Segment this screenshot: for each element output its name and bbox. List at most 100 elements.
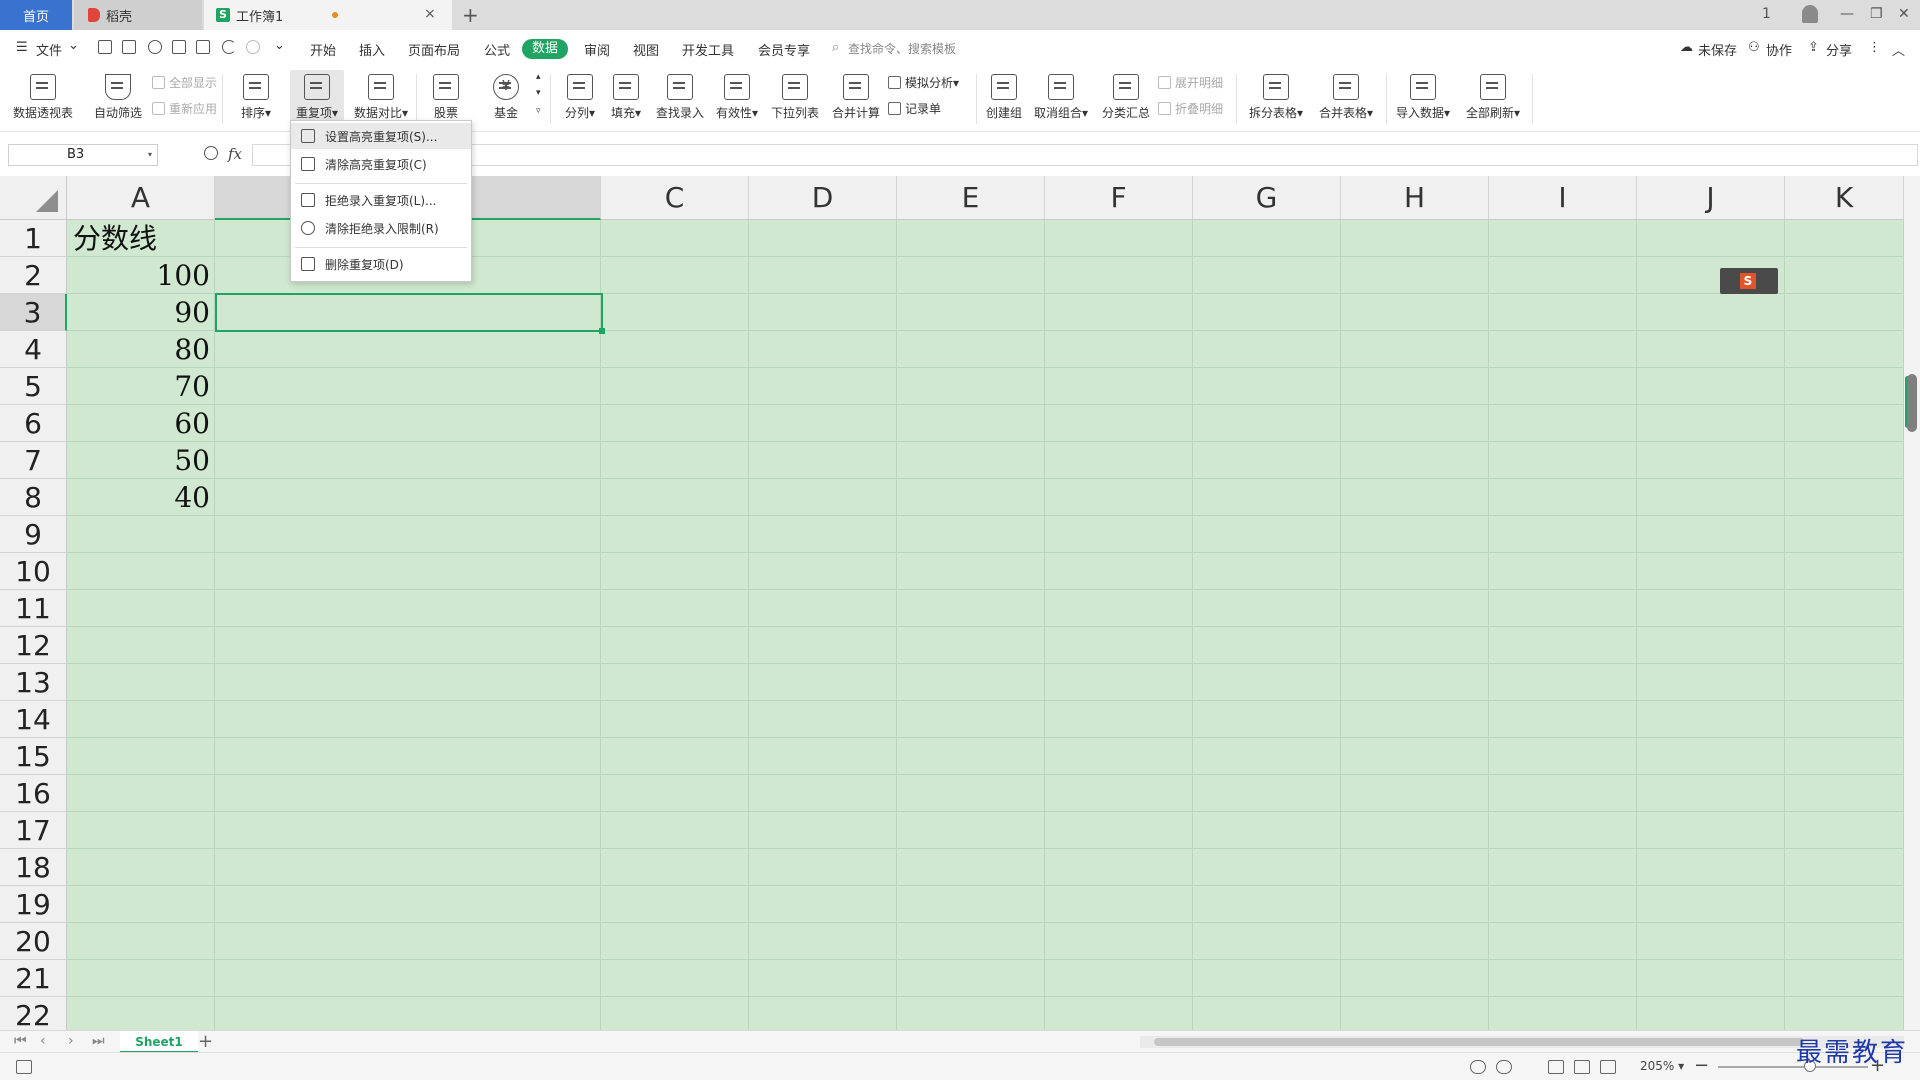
- validity-button[interactable]: 有效性▾: [712, 70, 762, 126]
- cell-A3[interactable]: 90: [68, 294, 210, 331]
- reapply-button[interactable]: 重新应用: [152, 100, 217, 117]
- split-table-button[interactable]: 拆分表格▾: [1244, 70, 1308, 126]
- cell-A7[interactable]: 50: [68, 442, 210, 479]
- unsaved-status[interactable]: 未保存: [1698, 40, 1737, 59]
- last-sheet-icon[interactable]: ⏭: [92, 1033, 105, 1049]
- language-icon[interactable]: [1496, 1060, 1512, 1074]
- column-header-E[interactable]: E: [897, 176, 1045, 220]
- collapse-ribbon-icon[interactable]: ︿: [1892, 40, 1905, 59]
- row-header-9[interactable]: 9: [0, 516, 67, 553]
- share-button[interactable]: 分享: [1826, 40, 1852, 59]
- menu-data[interactable]: 数据: [522, 39, 568, 59]
- menu-page-layout[interactable]: 页面布局: [408, 40, 460, 59]
- avatar[interactable]: [1802, 5, 1818, 23]
- merge-table-button[interactable]: 合并表格▾: [1314, 70, 1378, 126]
- gallery-more-icon[interactable]: ▿: [536, 106, 541, 116]
- menu-start[interactable]: 开始: [310, 40, 336, 59]
- close-window-button[interactable]: ✕: [1898, 6, 1910, 22]
- auto-filter-button[interactable]: 自动筛选: [90, 70, 146, 126]
- column-header-H[interactable]: H: [1341, 176, 1489, 220]
- row-header-5[interactable]: 5: [0, 368, 67, 405]
- menu-developer[interactable]: 开发工具: [682, 40, 734, 59]
- magnifier-icon[interactable]: [204, 146, 218, 160]
- row-header-16[interactable]: 16: [0, 775, 67, 812]
- tab-home[interactable]: 首页: [0, 0, 72, 30]
- redo-icon[interactable]: [246, 40, 260, 54]
- page-count-icon[interactable]: 1: [1762, 6, 1771, 22]
- row-header-19[interactable]: 19: [0, 886, 67, 923]
- cell-A1[interactable]: 分数线: [73, 220, 213, 257]
- menu-member[interactable]: 会员专享: [758, 40, 810, 59]
- next-sheet-icon[interactable]: ›: [68, 1033, 74, 1049]
- row-header-20[interactable]: 20: [0, 923, 67, 960]
- insert-function-button[interactable]: fx: [228, 145, 242, 163]
- prev-sheet-icon[interactable]: ‹: [40, 1033, 46, 1049]
- sheet-tab-sheet1[interactable]: Sheet1: [120, 1031, 198, 1053]
- clear-reject-restriction-item[interactable]: 清除拒绝录入限制(R): [291, 215, 471, 241]
- save-icon[interactable]: [122, 40, 136, 54]
- print-preview-icon[interactable]: [196, 40, 210, 54]
- fill-handle[interactable]: [599, 328, 605, 334]
- sogou-ime-icon[interactable]: S: [1740, 273, 1756, 289]
- row-header-2[interactable]: 2: [0, 257, 67, 294]
- new-tab-button[interactable]: +: [462, 3, 479, 27]
- quick-access-more-icon[interactable]: ⌄: [274, 38, 285, 53]
- tab-close-icon[interactable]: ×: [424, 6, 436, 22]
- column-header-I[interactable]: I: [1489, 176, 1637, 220]
- row-header-22[interactable]: 22: [0, 997, 67, 1030]
- column-header-D[interactable]: D: [749, 176, 897, 220]
- cell-A5[interactable]: 70: [68, 368, 210, 405]
- row-header-3[interactable]: 3: [0, 294, 67, 331]
- delete-duplicates-item[interactable]: 删除重复项(D): [291, 251, 471, 277]
- show-all-button[interactable]: 全部显示: [152, 74, 217, 91]
- row-header-11[interactable]: 11: [0, 590, 67, 627]
- row-header-8[interactable]: 8: [0, 479, 67, 516]
- collaborate-button[interactable]: 协作: [1766, 40, 1792, 59]
- command-search-input[interactable]: 查找命令、搜索模板: [848, 40, 956, 57]
- cell-A2[interactable]: 100: [68, 257, 210, 294]
- stock-button[interactable]: 股票: [424, 70, 468, 126]
- ungroup-button[interactable]: 取消组合▾: [1030, 70, 1092, 126]
- minimize-button[interactable]: —: [1840, 6, 1854, 22]
- spreadsheet-grid[interactable]: ABCDEFGHIJK 1234567891011121314151617181…: [0, 176, 1904, 1030]
- row-header-18[interactable]: 18: [0, 849, 67, 886]
- ime-toolbar[interactable]: S: [1720, 268, 1778, 294]
- vertical-scroll-thumb[interactable]: [1907, 374, 1917, 432]
- menu-formula[interactable]: 公式: [484, 40, 510, 59]
- consolidate-button[interactable]: 合并计算: [828, 70, 884, 126]
- column-header-G[interactable]: G: [1193, 176, 1341, 220]
- first-sheet-icon[interactable]: ⏮: [14, 1033, 27, 1049]
- undo-icon[interactable]: [222, 40, 236, 54]
- horizontal-scrollbar[interactable]: [1140, 1036, 1904, 1048]
- row-header-12[interactable]: 12: [0, 627, 67, 664]
- row-header-21[interactable]: 21: [0, 960, 67, 997]
- set-highlight-duplicates-item[interactable]: 设置高亮重复项(S)...: [291, 123, 471, 149]
- column-header-J[interactable]: J: [1637, 176, 1785, 220]
- row-header-7[interactable]: 7: [0, 442, 67, 479]
- row-header-14[interactable]: 14: [0, 701, 67, 738]
- expand-detail-button[interactable]: 展开明细: [1158, 74, 1223, 91]
- gallery-down-icon[interactable]: ▾: [536, 88, 541, 98]
- menu-insert[interactable]: 插入: [359, 40, 385, 59]
- fill-button[interactable]: 填充▾: [606, 70, 646, 126]
- column-header-F[interactable]: F: [1045, 176, 1193, 220]
- menu-view[interactable]: 视图: [633, 40, 659, 59]
- eye-protection-icon[interactable]: [1470, 1060, 1486, 1074]
- reject-duplicate-entry-item[interactable]: 拒绝录入重复项(L)...: [291, 187, 471, 213]
- gallery-up-icon[interactable]: ▴: [536, 72, 541, 82]
- data-compare-button[interactable]: 数据对比▾: [350, 70, 412, 126]
- row-header-6[interactable]: 6: [0, 405, 67, 442]
- column-header-A[interactable]: A: [67, 176, 215, 220]
- sort-button[interactable]: 排序▾: [234, 70, 278, 126]
- normal-view-icon[interactable]: [1548, 1060, 1564, 1074]
- menu-file[interactable]: 文件: [36, 40, 62, 59]
- column-header-C[interactable]: C: [601, 176, 749, 220]
- menu-review[interactable]: 审阅: [584, 40, 610, 59]
- formula-input[interactable]: [252, 144, 1918, 166]
- clear-highlight-duplicates-item[interactable]: 清除高亮重复项(C): [291, 151, 471, 177]
- print-icon[interactable]: [172, 40, 186, 54]
- tab-docer[interactable]: 稻壳: [74, 0, 202, 30]
- name-box-dropdown-icon[interactable]: ▾: [148, 150, 152, 159]
- more-options-icon[interactable]: ⋮: [1868, 40, 1881, 55]
- refresh-all-button[interactable]: 全部刷新▾: [1462, 70, 1524, 126]
